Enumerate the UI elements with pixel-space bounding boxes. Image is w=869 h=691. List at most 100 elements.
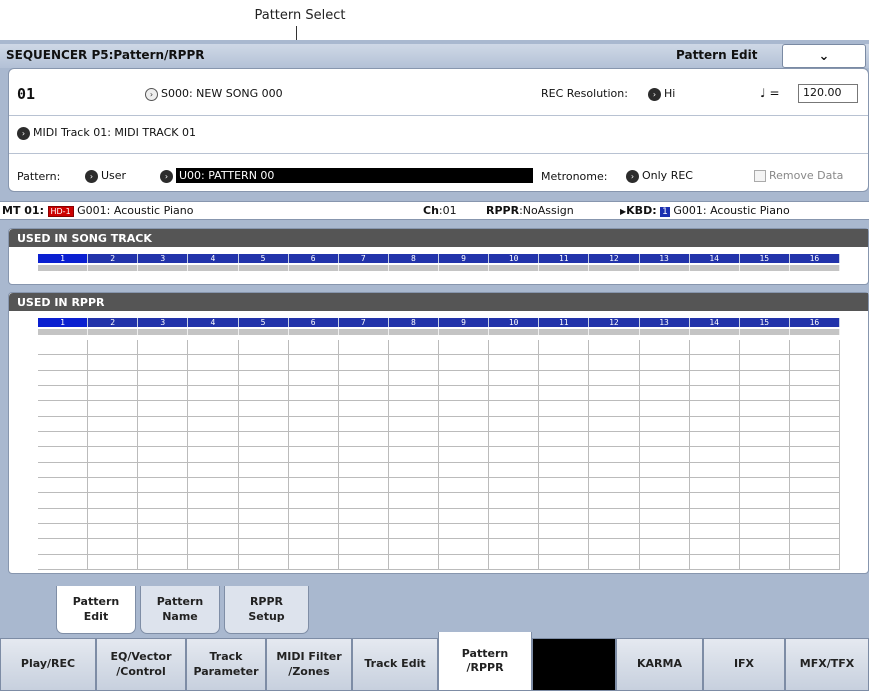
song-number[interactable]: 01 xyxy=(17,85,35,103)
rppr-grid-cell[interactable] xyxy=(388,401,439,417)
rppr-grid-cell[interactable] xyxy=(238,386,289,402)
rppr-grid-cell[interactable] xyxy=(589,554,640,570)
rppr-grid-cell[interactable] xyxy=(238,478,289,494)
rppr-grid-cell[interactable] xyxy=(238,355,289,371)
rppr-grid-cell[interactable] xyxy=(439,340,490,356)
rppr-grid-cell[interactable] xyxy=(439,478,490,494)
rppr-grid-cell[interactable] xyxy=(689,508,740,524)
rppr-grid-cell[interactable] xyxy=(388,524,439,540)
rppr-grid-cell[interactable] xyxy=(138,386,189,402)
rppr-grid-cell[interactable] xyxy=(439,508,490,524)
rppr-grid-cell[interactable] xyxy=(439,355,490,371)
rppr-grid-cell[interactable] xyxy=(288,447,339,463)
rppr-grid-cell[interactable] xyxy=(288,478,339,494)
rppr-grid-cell[interactable] xyxy=(789,401,840,417)
rppr-grid-cell[interactable] xyxy=(789,524,840,540)
rppr-grid-cell[interactable] xyxy=(639,493,690,509)
sub-tab-2[interactable]: Pattern Name xyxy=(140,586,220,634)
rppr-grid-cell[interactable] xyxy=(388,554,439,570)
rppr-grid-cell[interactable] xyxy=(639,432,690,448)
rppr-grid-cell[interactable] xyxy=(739,478,790,494)
rppr-grid-cell[interactable] xyxy=(789,432,840,448)
rppr-grid-cell[interactable] xyxy=(88,447,139,463)
rppr-grid-cell[interactable] xyxy=(338,401,389,417)
rppr-grid-cell[interactable] xyxy=(338,370,389,386)
rppr-grid-cell[interactable] xyxy=(789,370,840,386)
track-cell-3[interactable]: 3 xyxy=(138,254,189,263)
rppr-grid-cell[interactable] xyxy=(138,401,189,417)
page-tab-5[interactable]: Track Edit xyxy=(352,638,438,691)
rppr-grid-cell[interactable] xyxy=(188,539,239,555)
rppr-grid-cell[interactable] xyxy=(439,447,490,463)
rppr-grid-cell[interactable] xyxy=(639,370,690,386)
rppr-grid-cell[interactable] xyxy=(288,401,339,417)
rppr-grid-cell[interactable] xyxy=(88,401,139,417)
rppr-grid-cell[interactable] xyxy=(739,432,790,448)
rppr-grid-cell[interactable] xyxy=(88,370,139,386)
rppr-grid-cell[interactable] xyxy=(188,508,239,524)
rppr-grid-cell[interactable] xyxy=(739,493,790,509)
rppr-grid-cell[interactable] xyxy=(238,401,289,417)
rppr-grid-cell[interactable] xyxy=(288,416,339,432)
rppr-grid-cell[interactable] xyxy=(188,386,239,402)
rppr-grid-cell[interactable] xyxy=(439,539,490,555)
rec-resolution-select[interactable]: › Hi xyxy=(648,87,675,101)
rppr-grid-cell[interactable] xyxy=(439,386,490,402)
rppr-grid-cell[interactable] xyxy=(238,462,289,478)
rppr-grid-cell[interactable] xyxy=(539,355,590,371)
track-cell-10[interactable]: 10 xyxy=(489,254,540,263)
rppr-grid-cell[interactable] xyxy=(589,386,640,402)
rppr-grid-cell[interactable] xyxy=(439,370,490,386)
rppr-grid-cell[interactable] xyxy=(789,386,840,402)
rppr-grid-cell[interactable] xyxy=(639,355,690,371)
rppr-grid-cell[interactable] xyxy=(88,478,139,494)
rppr-grid-cell[interactable] xyxy=(689,539,740,555)
rppr-grid-cell[interactable] xyxy=(639,554,690,570)
rppr-grid-cell[interactable] xyxy=(238,370,289,386)
page-tab-10[interactable]: MFX/TFX xyxy=(785,638,869,691)
rppr-grid-cell[interactable] xyxy=(789,554,840,570)
rppr-grid-cell[interactable] xyxy=(338,432,389,448)
rppr-grid-cell[interactable] xyxy=(238,508,289,524)
rppr-grid-cell[interactable] xyxy=(138,447,189,463)
rppr-grid-cell[interactable] xyxy=(38,493,89,509)
rppr-grid-cell[interactable] xyxy=(539,401,590,417)
rppr-grid-cell[interactable] xyxy=(739,355,790,371)
page-tab-6[interactable]: Pattern/RPPR xyxy=(438,632,532,691)
track-cell-14[interactable]: 14 xyxy=(689,318,740,327)
rppr-grid-cell[interactable] xyxy=(138,432,189,448)
rppr-grid-cell[interactable] xyxy=(589,340,640,356)
rppr-grid-cell[interactable] xyxy=(338,508,389,524)
rppr-grid-cell[interactable] xyxy=(238,539,289,555)
rppr-grid-cell[interactable] xyxy=(639,386,690,402)
rppr-grid-cell[interactable] xyxy=(489,493,540,509)
rppr-grid-cell[interactable] xyxy=(388,340,439,356)
rppr-grid-cell[interactable] xyxy=(188,355,239,371)
rppr-grid-cell[interactable] xyxy=(739,401,790,417)
track-cell-5[interactable]: 5 xyxy=(238,318,289,327)
rppr-grid-cell[interactable] xyxy=(789,340,840,356)
rppr-grid-cell[interactable] xyxy=(38,462,89,478)
track-cell-15[interactable]: 15 xyxy=(739,318,790,327)
rppr-grid-cell[interactable] xyxy=(88,386,139,402)
rppr-grid-cell[interactable] xyxy=(388,447,439,463)
page-tab-2[interactable]: EQ/Vector/Control xyxy=(96,638,186,691)
rppr-grid-cell[interactable] xyxy=(388,386,439,402)
track-cell-16[interactable]: 16 xyxy=(789,318,840,327)
rppr-grid-cell[interactable] xyxy=(489,340,540,356)
rppr-grid-cell[interactable] xyxy=(238,340,289,356)
rppr-grid-cell[interactable] xyxy=(489,508,540,524)
rppr-grid-cell[interactable] xyxy=(338,493,389,509)
rppr-grid-cell[interactable] xyxy=(338,355,389,371)
rppr-grid-cell[interactable] xyxy=(238,554,289,570)
rppr-grid-cell[interactable] xyxy=(138,554,189,570)
rppr-grid-cell[interactable] xyxy=(388,508,439,524)
rppr-grid-cell[interactable] xyxy=(38,447,89,463)
rppr-grid-cell[interactable] xyxy=(739,524,790,540)
rppr-grid-cell[interactable] xyxy=(489,370,540,386)
rppr-grid-cell[interactable] xyxy=(589,539,640,555)
rppr-grid-cell[interactable] xyxy=(539,447,590,463)
rppr-grid-cell[interactable] xyxy=(639,447,690,463)
rppr-grid-cell[interactable] xyxy=(188,493,239,509)
rppr-grid-cell[interactable] xyxy=(388,432,439,448)
